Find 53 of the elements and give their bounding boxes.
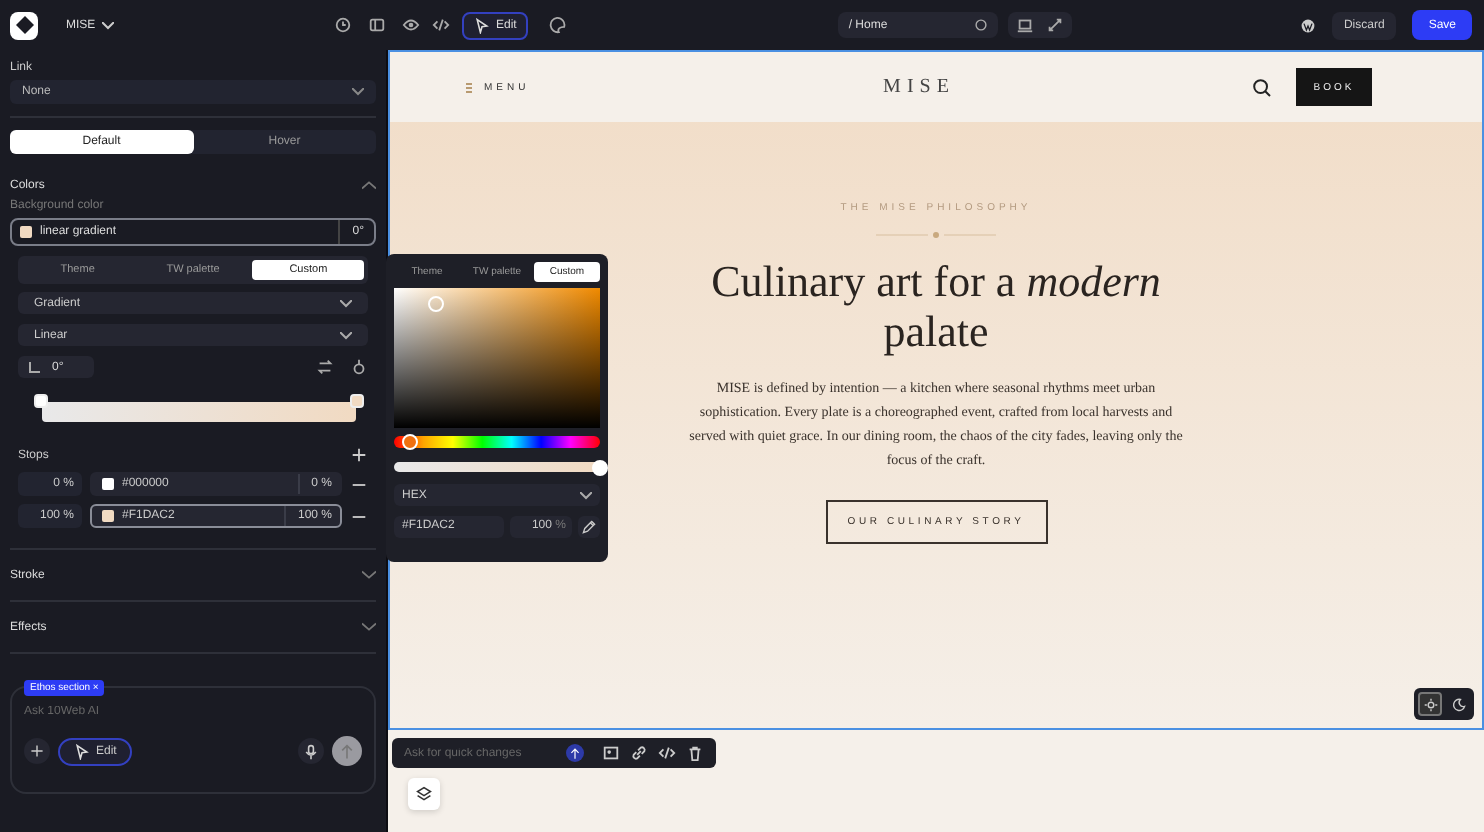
chevron-down-icon bbox=[101, 21, 114, 29]
add-icon[interactable] bbox=[350, 446, 368, 464]
chevron-down-icon bbox=[352, 88, 364, 96]
layers-icon bbox=[416, 786, 432, 802]
sun-icon[interactable] bbox=[1418, 692, 1442, 716]
wordpress-icon[interactable] bbox=[1299, 17, 1316, 33]
code-icon[interactable] bbox=[658, 744, 676, 762]
plus-icon bbox=[30, 744, 44, 758]
gradient-stop-handle[interactable] bbox=[34, 394, 48, 408]
desktop-icon[interactable] bbox=[1016, 16, 1035, 34]
chevron-icon[interactable] bbox=[362, 570, 376, 580]
expand-icon[interactable] bbox=[1046, 16, 1065, 34]
code-icon[interactable] bbox=[432, 16, 450, 34]
color-swatch-icon bbox=[102, 510, 114, 522]
ornament-divider-icon bbox=[876, 230, 996, 240]
layers-button[interactable] bbox=[408, 778, 440, 810]
alpha-thumb[interactable] bbox=[592, 459, 608, 475]
microphone-icon bbox=[304, 743, 318, 759]
chevron-icon[interactable] bbox=[362, 622, 376, 632]
microphone-button[interactable] bbox=[298, 738, 324, 764]
color-swatch-icon bbox=[102, 478, 114, 490]
gradient-stop-handle[interactable] bbox=[350, 394, 364, 408]
chevron-icon[interactable] bbox=[362, 180, 376, 190]
history-icon[interactable] bbox=[334, 16, 352, 34]
sidebar-icon[interactable] bbox=[368, 16, 386, 34]
hue-slider[interactable] bbox=[394, 436, 600, 448]
send-button[interactable] bbox=[566, 744, 584, 762]
search-icon[interactable] bbox=[1252, 77, 1272, 97]
app-logo-icon[interactable] bbox=[10, 11, 38, 39]
arrow-up-icon bbox=[570, 747, 580, 759]
chevron-down-icon bbox=[580, 491, 592, 499]
angle-icon bbox=[28, 361, 40, 373]
swap-icon[interactable] bbox=[316, 358, 334, 376]
saturation-area[interactable] bbox=[394, 288, 600, 428]
hero-heading: Culinary art for a modern palate bbox=[709, 256, 1163, 356]
cursor-icon bbox=[474, 17, 490, 33]
rotate-icon[interactable] bbox=[350, 358, 368, 376]
image-icon[interactable] bbox=[602, 744, 620, 762]
chevron-down-icon bbox=[340, 331, 352, 339]
palette-icon[interactable] bbox=[548, 16, 567, 34]
link-icon[interactable] bbox=[630, 744, 648, 762]
site-logo[interactable]: MISE bbox=[768, 76, 1070, 98]
arrow-up-icon bbox=[340, 743, 354, 759]
eyedropper-icon bbox=[582, 520, 596, 534]
attach-button[interactable] bbox=[24, 738, 50, 764]
color-swatch-icon bbox=[20, 226, 32, 238]
send-button[interactable] bbox=[332, 736, 362, 766]
chevron-down-icon bbox=[340, 299, 352, 307]
eyedropper-button[interactable] bbox=[578, 516, 600, 538]
preview-eye-icon[interactable] bbox=[402, 16, 420, 34]
cursor-icon bbox=[74, 743, 90, 759]
trash-icon[interactable] bbox=[686, 744, 704, 762]
hue-thumb[interactable] bbox=[402, 433, 419, 449]
